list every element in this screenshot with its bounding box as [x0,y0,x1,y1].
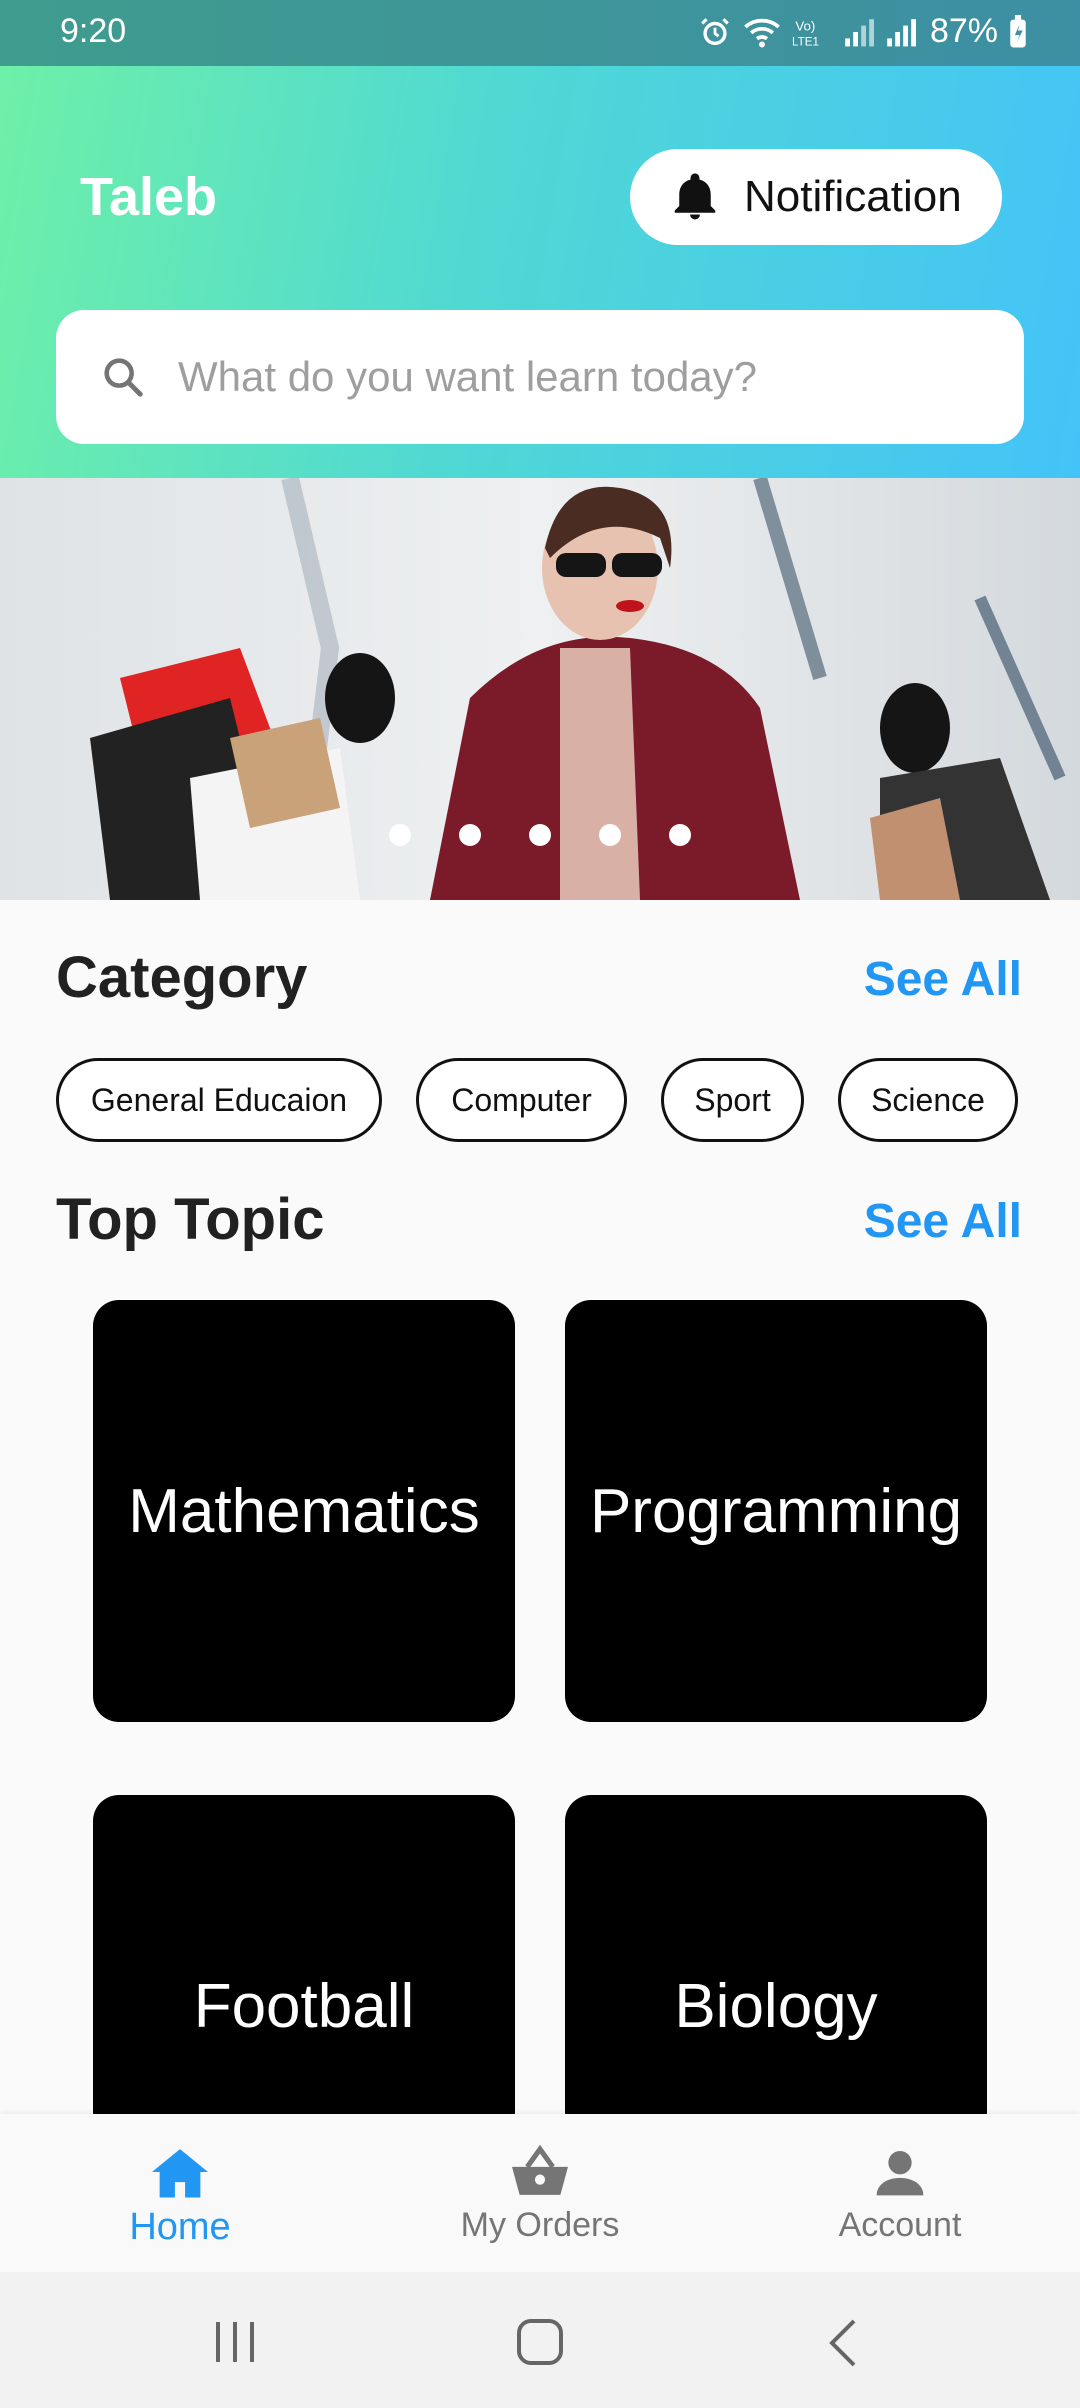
search-input[interactable] [176,352,980,402]
battery-level: 87% [929,12,998,50]
nav-label: My Orders [460,2206,620,2244]
banner-carousel[interactable] [0,478,1080,900]
category-chip-science[interactable]: Science [838,1058,1018,1142]
signal-icon [845,18,874,46]
nav-label: Home [129,2206,231,2248]
category-title: Category [56,945,308,1010]
nav-account[interactable]: Account [750,2114,1050,2272]
category-see-all-link[interactable]: See All [864,952,1022,1007]
topic-label: Biology [674,1971,878,2041]
category-chip-general-education[interactable]: General Educaion [56,1058,382,1142]
bell-icon [674,173,716,220]
person-icon [876,2151,924,2196]
status-icons: Vo) LTE1 87% [698,12,1028,51]
topic-label: Programming [589,1476,963,1546]
notification-button[interactable]: Notification [630,149,1002,245]
svg-text:LTE1: LTE1 [792,35,819,48]
status-time: 9:20 [60,12,127,50]
topic-card-mathematics[interactable]: Mathematics [93,1300,515,1722]
system-navigation-bar [0,2272,1080,2408]
battery-icon [1010,14,1026,47]
carousel-dots [0,824,1080,846]
signal-icon-2 [887,18,916,46]
topic-label: Mathematics [128,1476,480,1546]
topic-label: Football [193,1971,415,2041]
back-icon[interactable] [826,2318,860,2368]
carousel-dot[interactable] [599,824,621,846]
carousel-dot[interactable] [669,824,691,846]
wifi-icon [744,18,780,47]
top-topic-see-all-link[interactable]: See All [864,1194,1022,1249]
svg-text:Vo): Vo) [795,18,815,33]
topic-card-programming[interactable]: Programming [565,1300,987,1722]
recent-apps-icon[interactable] [210,2320,260,2364]
category-chip-sport[interactable]: Sport [661,1058,804,1142]
notification-label: Notification [744,172,962,221]
nav-label: Account [838,2206,962,2244]
home-button-icon[interactable] [516,2318,564,2366]
status-bar: 9:20 Vo) LTE1 87% [0,0,1080,66]
carousel-dot[interactable] [529,824,551,846]
home-icon [152,2149,208,2198]
alarm-icon [701,17,729,45]
basket-icon [512,2144,568,2195]
nav-my-orders[interactable]: My Orders [390,2114,690,2272]
volte-icon: Vo) LTE1 [792,18,819,48]
carousel-dot[interactable] [459,824,481,846]
top-topic-title: Top Topic [56,1187,325,1252]
category-chip-computer[interactable]: Computer [416,1058,627,1142]
bottom-navigation: Home My Orders Account [0,2114,1080,2272]
search-box[interactable] [56,310,1024,444]
app-title: Taleb [80,167,218,227]
header: Taleb Notification [0,66,1080,478]
search-icon [104,358,143,397]
nav-home[interactable]: Home [30,2114,330,2272]
carousel-dot[interactable] [389,824,411,846]
